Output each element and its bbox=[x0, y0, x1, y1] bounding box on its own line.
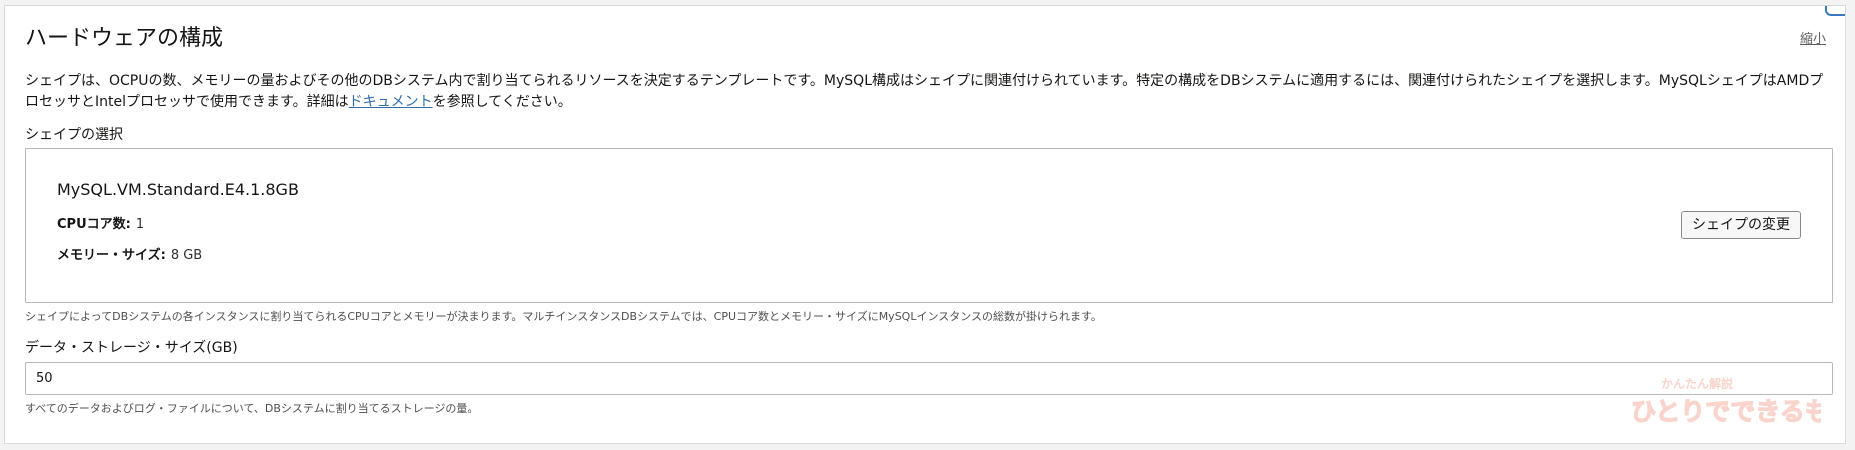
shape-selection-label: シェイプの選択 bbox=[25, 127, 123, 143]
memory-size-value: 8 GB bbox=[170, 248, 203, 263]
change-shape-button[interactable]: シェイプの変更 bbox=[1681, 211, 1801, 239]
memory-size-label: メモリー・サイズ: bbox=[57, 248, 166, 263]
section-title: ハードウェアの構成 bbox=[25, 26, 224, 51]
hardware-configuration-panel: ハードウェアの構成 縮小 シェイプは、OCPUの数、メモリーの量およびその他のD… bbox=[4, 5, 1846, 444]
memory-size-row: メモリー・サイズ: 8 GB bbox=[57, 247, 202, 264]
corner-accent-icon bbox=[1825, 6, 1845, 16]
collapse-link[interactable]: 縮小 bbox=[1800, 32, 1826, 48]
shape-name: MySQL.VM.Standard.E4.1.8GB bbox=[57, 180, 299, 199]
cpu-core-count-row: CPUコア数: 1 bbox=[57, 216, 144, 233]
hardware-description: シェイプは、OCPUの数、メモリーの量およびその他のDBシステム内で割り当てられ… bbox=[25, 71, 1831, 113]
shape-help-text: シェイプによってDBシステムの各インスタンスに割り当てられるCPUコアとメモリー… bbox=[25, 310, 1102, 323]
description-text-after-link: を参照してください。 bbox=[432, 94, 572, 110]
data-storage-size-label: データ・ストレージ・サイズ(GB) bbox=[25, 340, 238, 356]
data-storage-help-text: すべてのデータおよびログ・ファイルについて、DBシステムに割り当てるストレージの… bbox=[25, 402, 479, 415]
watermark-main-text: ひとりでできるもん bbox=[1631, 397, 1821, 426]
documentation-link[interactable]: ドキュメント bbox=[349, 94, 433, 110]
cpu-core-count-label: CPUコア数: bbox=[57, 217, 131, 232]
selected-shape-card: MySQL.VM.Standard.E4.1.8GB CPUコア数: 1 メモリー… bbox=[25, 148, 1833, 303]
cpu-core-count-value: 1 bbox=[135, 217, 145, 232]
data-storage-size-input[interactable] bbox=[25, 362, 1833, 395]
page: ハードウェアの構成 縮小 シェイプは、OCPUの数、メモリーの量およびその他のD… bbox=[0, 0, 1855, 450]
description-text-before-link: シェイプは、OCPUの数、メモリーの量およびその他のDBシステム内で割り当てられ… bbox=[25, 73, 1824, 110]
